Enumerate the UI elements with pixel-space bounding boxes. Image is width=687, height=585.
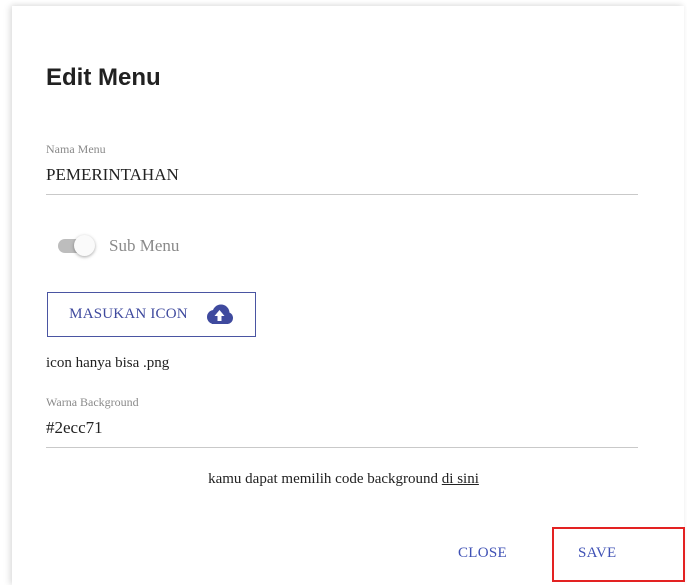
sub-menu-row: Sub Menu bbox=[58, 234, 179, 258]
upload-icon-button[interactable]: MASUKAN ICON bbox=[47, 292, 256, 337]
background-help-link[interactable]: di sini bbox=[442, 471, 479, 487]
sub-menu-toggle[interactable] bbox=[58, 234, 96, 258]
nama-menu-field: Nama Menu bbox=[46, 142, 638, 195]
icon-format-hint: icon hanya bisa .png bbox=[46, 355, 170, 371]
dialog-title: Edit Menu bbox=[46, 64, 161, 91]
nama-menu-label: Nama Menu bbox=[46, 142, 106, 156]
background-help-text: kamu dapat memilih code background di si… bbox=[0, 471, 687, 488]
save-button[interactable]: SAVE bbox=[578, 545, 616, 562]
warna-background-label: Warna Background bbox=[46, 395, 139, 409]
sub-menu-toggle-knob bbox=[74, 235, 95, 256]
warna-background-input[interactable] bbox=[46, 414, 638, 448]
background-help-label: kamu dapat memilih code background bbox=[208, 471, 442, 487]
sub-menu-label: Sub Menu bbox=[109, 236, 180, 255]
nama-menu-input[interactable] bbox=[46, 161, 638, 195]
save-highlight-box bbox=[552, 527, 685, 582]
cloud-upload-icon bbox=[204, 304, 234, 326]
warna-background-field: Warna Background bbox=[46, 395, 638, 448]
close-button[interactable]: CLOSE bbox=[458, 545, 507, 562]
upload-icon-button-label: MASUKAN ICON bbox=[69, 306, 188, 322]
